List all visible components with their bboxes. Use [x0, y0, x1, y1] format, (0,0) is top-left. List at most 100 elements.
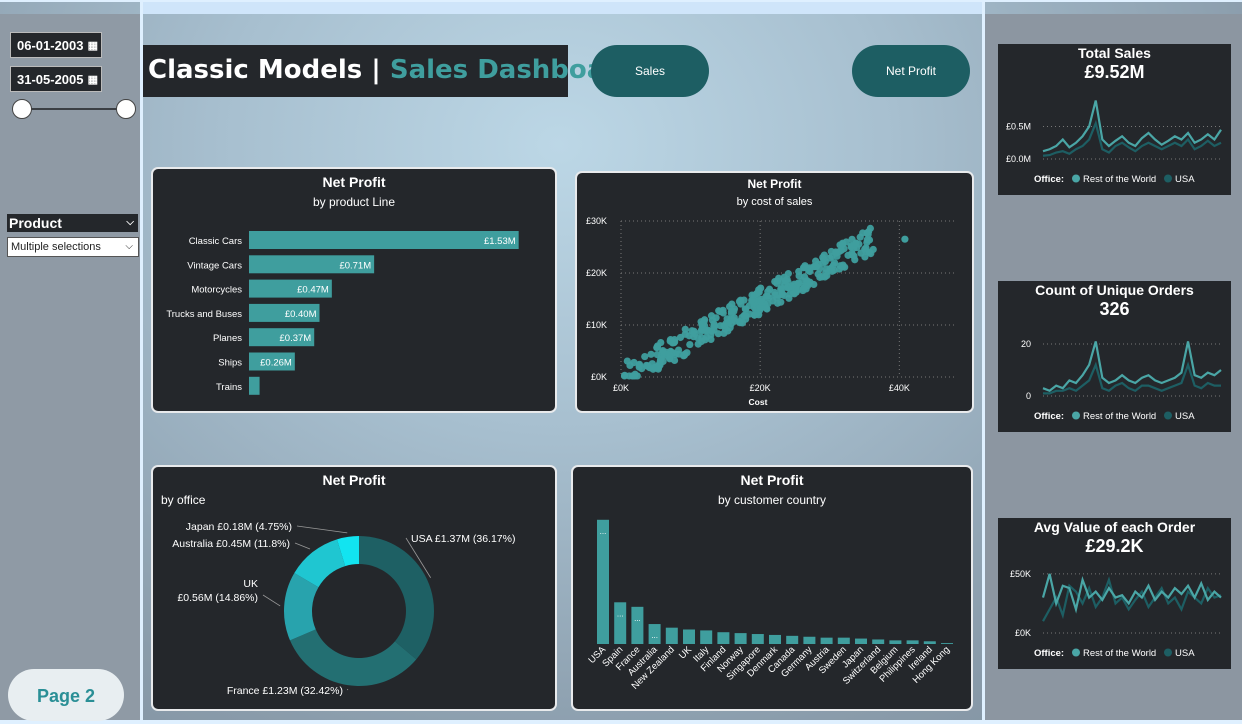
x-tick-label: £20K	[750, 383, 771, 393]
y-tick-label: £0K	[591, 372, 607, 382]
bar	[717, 632, 730, 644]
scatter-point	[730, 314, 738, 322]
legend-marker	[1072, 411, 1080, 420]
chevron-down-icon[interactable]: ⌵	[126, 214, 134, 232]
x-axis-label: Cost	[749, 397, 768, 407]
legend-item: Rest of the World	[1083, 174, 1156, 185]
donut-label: UK	[243, 578, 258, 590]
product-dropdown[interactable]: Multiple selections ⌵	[7, 237, 139, 257]
scatter-point	[623, 357, 631, 365]
kpi-avg-order: Avg Value of each Order £29.2K £50K £0K Of…	[998, 518, 1231, 669]
scatter-point	[629, 372, 637, 380]
kpi-sparkline: £0.5M £0.0MOffice: Rest of the World USA	[1006, 100, 1222, 185]
donut-label: Australia £0.45M (11.8%)	[172, 538, 290, 550]
end-date-value: 31-05-2005	[17, 72, 84, 87]
bar	[751, 634, 764, 644]
rest-of-world-line	[1042, 100, 1222, 153]
scatter-point	[742, 305, 750, 313]
guide-line-top	[0, 0, 1242, 2]
bar	[597, 519, 609, 644]
bar	[923, 641, 936, 644]
y-tick-label: £0.0M	[1006, 154, 1031, 164]
legend-marker	[1072, 174, 1080, 183]
scatter-point	[649, 365, 657, 373]
scatter-point	[659, 347, 667, 355]
scatter-point	[681, 330, 689, 338]
country-bar-chart: ...USA...Spain...France...AustraliaNew Z…	[587, 519, 953, 692]
scatter-point	[826, 254, 834, 262]
scatter-point	[723, 315, 731, 323]
scatter-point	[769, 297, 777, 305]
scatter-point	[719, 306, 727, 314]
cost-scatter-chart: £0K £10K £20K £30K £0K £20K £40K Cost	[586, 216, 955, 407]
scatter-point	[838, 240, 847, 249]
y-tick-label: £0K	[1015, 628, 1031, 638]
legend-title: Office:	[1034, 174, 1064, 185]
scatter-point	[702, 327, 711, 335]
page-2-button[interactable]: Page 2	[8, 669, 124, 721]
donut-label: USA £1.37M (36.17%)	[411, 533, 515, 545]
slider-start-handle[interactable]	[12, 99, 32, 119]
scatter-point	[675, 350, 683, 358]
bar-data-label: £0.37M	[280, 333, 312, 344]
donut-label: France £1.23M (32.42%)	[227, 685, 343, 697]
sales-nav-button[interactable]: Sales	[591, 45, 709, 97]
scatter-point	[795, 272, 803, 280]
bar	[786, 635, 799, 644]
legend-title: Office:	[1034, 648, 1064, 659]
bar-category-label: Trucks and Buses	[166, 309, 242, 320]
scatter-point	[755, 311, 763, 319]
x-tick-label: UK	[677, 644, 695, 662]
calendar-icon[interactable]: ▦	[88, 33, 98, 59]
page-title: Classic Models | Sales Dashboard	[143, 45, 636, 97]
scatter-point	[659, 357, 667, 366]
scatter-point	[707, 312, 716, 320]
bar-category-label: Trains	[216, 382, 242, 393]
donut-label: £0.56M (14.86%)	[177, 592, 258, 604]
top-guide-bar	[142, 0, 984, 14]
slider-end-handle[interactable]	[116, 99, 136, 119]
office-donut-chart: USA £1.37M (36.17%) France £1.23M (32.42%…	[172, 521, 515, 697]
bar	[769, 634, 781, 644]
end-date-input[interactable]: 31-05-2005 ▦	[10, 66, 102, 92]
scatter-point	[670, 335, 679, 344]
bar	[872, 639, 885, 644]
bar-category-label: Ships	[218, 358, 242, 369]
bar-data-label: ...	[600, 527, 607, 536]
product-slicer-header[interactable]: Product ⌵	[7, 214, 138, 232]
bar-category-label: Classic Cars	[189, 236, 243, 247]
bar-data-label: £0.47M	[297, 285, 329, 296]
legend-item: USA	[1175, 648, 1195, 659]
scatter-point	[785, 294, 793, 302]
scatter-point	[691, 330, 699, 338]
filter-panel	[0, 14, 140, 720]
date-range-slider[interactable]	[21, 108, 125, 110]
legend-marker	[1164, 411, 1172, 420]
bar-data-label: ...	[617, 609, 624, 618]
scatter-point	[794, 285, 802, 294]
scatter-point	[666, 355, 674, 363]
scatter-point	[822, 265, 830, 273]
scatter-point	[835, 265, 844, 273]
legend-item: USA	[1175, 174, 1195, 185]
scatter-point	[620, 372, 629, 380]
legend-marker	[1164, 174, 1172, 183]
donut-leader-line	[294, 542, 311, 550]
net-profit-nav-button[interactable]: Net Profit	[852, 45, 970, 97]
scatter-point	[740, 312, 748, 320]
scatter-point	[635, 361, 643, 369]
scatter-point	[866, 224, 874, 232]
y-tick-label: 20	[1021, 339, 1031, 349]
product-line-card: Net Profit by product Line Classic Cars £…	[151, 167, 557, 413]
scatter-point	[901, 235, 909, 243]
start-date-input[interactable]: 06-01-2003 ▦	[10, 32, 102, 58]
bar	[683, 629, 695, 644]
donut-slice	[290, 629, 417, 686]
donut-leader-line	[296, 525, 348, 534]
x-tick-label: £40K	[889, 383, 910, 393]
scatter-point	[755, 288, 763, 296]
guide-line-right	[982, 0, 985, 724]
bar-category-label: Motorcycles	[191, 285, 242, 296]
calendar-icon[interactable]: ▦	[88, 67, 98, 93]
scatter-point	[799, 264, 808, 272]
